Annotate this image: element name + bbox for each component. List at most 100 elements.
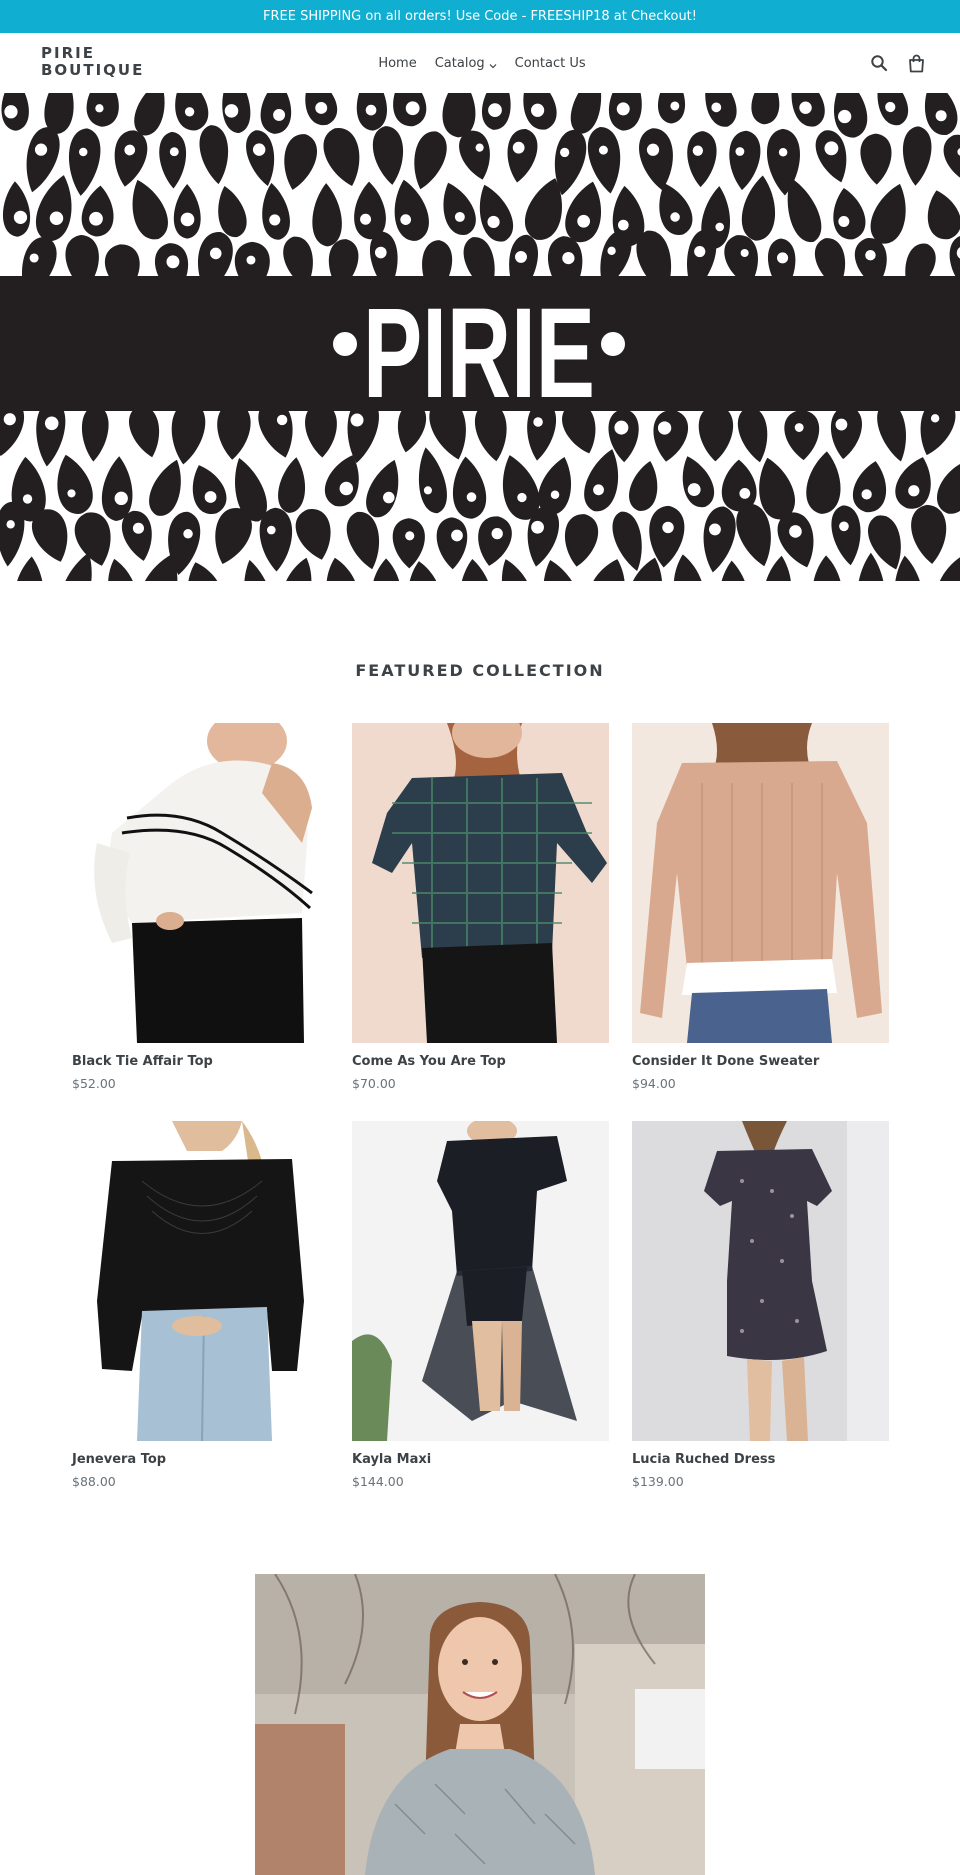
pattern-drop-highlight (204, 491, 217, 503)
product-price: $94.00 (632, 1076, 676, 1091)
pattern-drop-highlight (360, 213, 372, 225)
product-title[interactable]: Kayla Maxi (352, 1452, 609, 1467)
chevron-down-icon (489, 59, 497, 69)
product-title[interactable]: Black Tie Affair Top (72, 1054, 329, 1069)
product-card[interactable]: Consider It Done Sweater $94.00 (632, 723, 889, 1121)
pattern-drop-highlight (562, 251, 575, 265)
cart-icon[interactable] (906, 52, 926, 74)
nav-home-label: Home (378, 55, 417, 71)
pattern-drop-highlight (515, 250, 527, 263)
pattern-drop-highlight (184, 107, 195, 117)
pattern-drop-highlight (778, 147, 788, 157)
product-price: $88.00 (72, 1474, 116, 1489)
pattern-drop-highlight (89, 211, 103, 226)
pattern-drop-highlight (838, 109, 852, 124)
pattern-drop-highlight (735, 147, 745, 156)
hero-brand-text: PIRIE (363, 282, 595, 425)
pattern-drop-highlight (711, 102, 722, 113)
product-image[interactable] (352, 723, 609, 1043)
pattern-drop-highlight (466, 492, 477, 502)
pattern-drop-highlight (454, 211, 465, 222)
pattern-drop-highlight (423, 486, 432, 495)
pattern-drop-highlight (67, 489, 76, 498)
nav-home[interactable]: Home (369, 56, 425, 71)
pattern-drop-highlight (6, 520, 15, 529)
pattern-drop-highlight (339, 481, 354, 496)
pattern-drop-highlight (114, 491, 128, 506)
pattern-drop-highlight (273, 109, 286, 121)
pattern-drop-highlight (180, 212, 195, 227)
pattern-drop-highlight (670, 212, 680, 222)
pattern-drop-highlight (530, 103, 545, 117)
pattern-drop-highlight (531, 520, 544, 534)
product-price: $52.00 (72, 1076, 116, 1091)
pattern-drop-highlight (935, 110, 947, 122)
pattern-drop-highlight (616, 102, 630, 116)
pattern-drop-highlight (491, 528, 503, 540)
pattern-drop-highlight (776, 252, 789, 264)
pattern-drop-highlight (44, 416, 59, 431)
pattern-drop-highlight (350, 413, 364, 427)
owner-photo (255, 1574, 705, 1875)
pattern-drop-highlight (550, 490, 560, 500)
product-title[interactable]: Jenevera Top (72, 1452, 329, 1467)
pattern-drop-highlight (670, 101, 680, 111)
pattern-drop-highlight (517, 492, 527, 503)
site-header: PIRIE BOUTIQUE Home Catalog Contact Us (0, 33, 960, 93)
pattern-drop-highlight (276, 414, 288, 426)
pattern-drop-highlight (405, 531, 415, 541)
pattern-drop-highlight (692, 145, 704, 156)
pattern-drop-highlight (22, 494, 33, 504)
product-card[interactable]: Black Tie Affair Top $52.00 (72, 723, 329, 1121)
pattern-drop-highlight (266, 525, 276, 535)
product-card[interactable]: Jenevera Top $88.00 (72, 1121, 329, 1519)
product-title[interactable]: Come As You Are Top (352, 1054, 609, 1069)
pattern-drop-highlight (451, 529, 463, 542)
pattern-drop-highlight (487, 215, 500, 229)
product-title[interactable]: Consider It Done Sweater (632, 1054, 889, 1069)
pattern-drop-highlight (183, 529, 193, 539)
pattern-drop-highlight (908, 485, 920, 497)
product-card[interactable]: Lucia Ruched Dress $139.00 (632, 1121, 889, 1519)
nav-catalog-label: Catalog (434, 55, 485, 71)
pattern-drop-highlight (512, 141, 525, 154)
pattern-drop-highlight (132, 522, 145, 534)
pattern-drop-highlight (95, 104, 104, 113)
product-grid: Black Tie Affair Top $52.00 Come As You (72, 723, 889, 1519)
product-image[interactable] (352, 1121, 609, 1441)
nav-contact-label: Contact Us (514, 55, 586, 71)
product-price: $144.00 (352, 1474, 404, 1489)
pattern-drop-highlight (315, 102, 328, 114)
pattern-drop-highlight (400, 214, 412, 225)
pattern-drop-highlight (79, 147, 88, 157)
pattern-drop-highlight (49, 211, 64, 225)
product-card[interactable]: Come As You Are Top $70.00 (352, 723, 609, 1121)
product-title[interactable]: Lucia Ruched Dress (632, 1452, 889, 1467)
product-image[interactable] (632, 1121, 889, 1441)
pattern-drop-highlight (34, 143, 48, 156)
search-icon[interactable] (869, 52, 889, 74)
hero-pattern-image: PIRIE (0, 93, 960, 581)
announcement-text: FREE SHIPPING on all orders! Use Code - … (263, 9, 697, 24)
product-image[interactable] (72, 723, 329, 1043)
pattern-drop-highlight (715, 222, 725, 232)
product-image[interactable] (632, 723, 889, 1043)
pattern-drop-highlight (617, 219, 629, 231)
product-card[interactable]: Kayla Maxi $144.00 (352, 1121, 609, 1519)
pattern-drop-highlight (374, 246, 387, 259)
pattern-drop-highlight (839, 521, 849, 532)
pattern-drop-highlight (383, 491, 395, 504)
product-price: $70.00 (352, 1076, 396, 1091)
pattern-drop-highlight (861, 489, 872, 500)
product-image[interactable] (72, 1121, 329, 1441)
pattern-drop-highlight (124, 144, 136, 156)
pattern-drop-highlight (662, 521, 674, 534)
nav-catalog[interactable]: Catalog (426, 56, 506, 71)
pattern-drop-highlight (3, 413, 16, 426)
pattern-drop-highlight (740, 249, 749, 258)
pattern-drop-highlight (607, 246, 616, 256)
logo-line-1: PIRIE (41, 44, 95, 62)
pattern-drop-highlight (209, 247, 222, 260)
site-logo[interactable]: PIRIE BOUTIQUE (41, 45, 161, 79)
nav-contact[interactable]: Contact Us (506, 56, 595, 71)
